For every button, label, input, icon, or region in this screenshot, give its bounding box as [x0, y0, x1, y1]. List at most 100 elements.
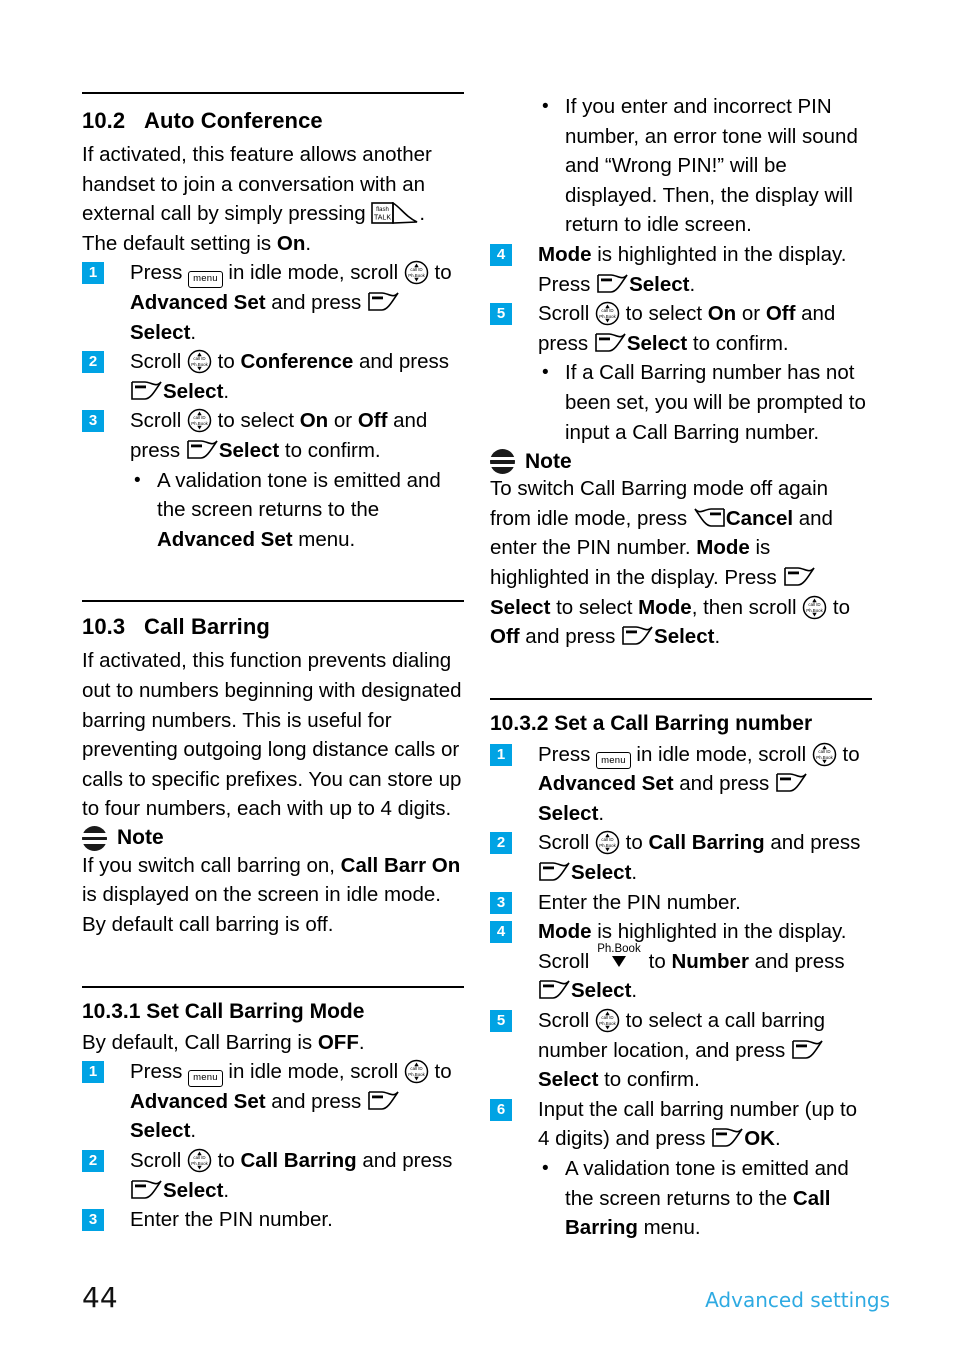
note-body-right: To switch Call Barring mode off again fr…: [490, 474, 872, 652]
step-item: 1 Press menu in idle mode, scroll call I…: [490, 740, 872, 829]
svg-text:call ID: call ID: [818, 749, 830, 754]
bullet-text-a: A validation tone is emitted and the scr…: [157, 468, 441, 522]
step-text: Scroll: [130, 409, 187, 433]
select-softkey-icon: [594, 332, 627, 355]
note-body-10-3: If you switch call barring on, Call Barr…: [82, 851, 464, 940]
intro-text-a: By default, Call Barring is: [82, 1030, 318, 1054]
step-text: Press: [130, 261, 189, 285]
section-heading-10-3-2: 10.3.2 Set a Call Barring number: [490, 711, 813, 735]
display-item-mode: Mode: [538, 920, 592, 944]
note-text-d: to select: [550, 595, 639, 619]
scroll-key-icon: call ID Ph.Book: [802, 595, 827, 620]
step-text: .: [223, 379, 230, 403]
svg-text:Ph.Book: Ph.Book: [599, 843, 616, 848]
talk-key-icon: flash TALK: [371, 201, 421, 225]
section-heading-10-2: 10.2 Auto Conference: [82, 108, 464, 134]
softkey-label-select: Select: [571, 861, 632, 885]
step-item: 1 Press menu in idle mode, scroll call I…: [82, 258, 464, 347]
step-text: .: [598, 801, 605, 825]
note-label: Note: [525, 449, 572, 473]
down-triangle-icon: [611, 955, 626, 967]
footer-section-label: Advanced settings: [705, 1288, 890, 1312]
svg-text:call ID: call ID: [193, 415, 205, 420]
step-text: to: [211, 1149, 241, 1173]
svg-text:Ph.Book: Ph.Book: [599, 1021, 616, 1026]
select-softkey-icon: [775, 772, 808, 795]
step-text: Enter the PIN number.: [130, 1208, 333, 1232]
select-softkey-icon: [621, 625, 654, 648]
step-text: and press: [673, 772, 775, 796]
svg-text:TALK: TALK: [374, 215, 391, 222]
option-off: Off: [490, 625, 520, 649]
note-text-h: .: [714, 625, 721, 649]
bullet-list-10-3-2: A validation tone is emitted and the scr…: [490, 1154, 872, 1243]
status-text-call-barr-on: Call Barr On: [340, 853, 461, 877]
note-text-a: If you switch call barring on,: [82, 853, 341, 877]
menu-key-icon: menu: [188, 270, 223, 288]
scroll-key-icon: call ID Ph.Book: [187, 408, 212, 433]
note-text-b: is displayed on the screen in idle mode.…: [82, 883, 441, 937]
svg-text:call ID: call ID: [410, 1066, 422, 1071]
svg-text:flash: flash: [377, 207, 390, 213]
option-off: Off: [765, 302, 796, 326]
note-text-e: , then scroll: [691, 595, 803, 619]
select-softkey-icon: [367, 291, 400, 314]
svg-text:call ID: call ID: [601, 1015, 613, 1020]
select-softkey-icon: [538, 861, 571, 884]
step-text: in idle mode, scroll: [222, 261, 404, 285]
option-on: On: [707, 302, 737, 326]
section-heading-10-3: 10.3 Call Barring: [82, 614, 464, 640]
step-text: Scroll: [538, 1009, 595, 1033]
page-number: 44: [82, 1281, 118, 1314]
menu-name-advanced-set: Advanced Set: [130, 1089, 266, 1113]
scroll-key-icon: call ID Ph.Book: [404, 1059, 429, 1084]
menu-name-conference: Conference: [240, 350, 354, 374]
scroll-key-icon: call ID Ph.Book: [595, 830, 620, 855]
select-softkey-icon: [367, 1090, 400, 1113]
section-rule: [82, 600, 464, 603]
bullet-text-b: menu.: [292, 527, 356, 551]
section-number: 10.3: [82, 614, 126, 640]
steps-10-2: 1 Press menu in idle mode, scroll call I…: [82, 258, 464, 465]
display-item-mode: Mode: [538, 242, 592, 266]
menu-name-call-barring: Call Barring: [648, 831, 765, 855]
step-item: 4 Mode is highlighted in the display. Sc…: [490, 917, 872, 1006]
phonebook-down-key-icon: Ph.Book: [595, 943, 643, 971]
note-heading: Note: [82, 825, 464, 851]
step-badge: 1: [490, 743, 512, 766]
menu-name-call-barring: Call Barring: [240, 1149, 357, 1173]
steps-continued-10-3-1: 4 Mode is highlighted in the display. Pr…: [490, 240, 872, 358]
step-text: and press: [265, 1089, 367, 1113]
section-rule: [82, 92, 464, 94]
step-text: Scroll: [538, 831, 595, 855]
section-rule: [490, 697, 872, 700]
section-title: Call Barring: [144, 614, 270, 640]
section-10-2-intro: If activated, this feature allows anothe…: [82, 140, 464, 258]
step-text: and press: [748, 949, 845, 973]
svg-text:Ph.Book: Ph.Book: [408, 273, 425, 278]
softkey-label-select: Select: [654, 625, 715, 649]
svg-text:call ID: call ID: [410, 267, 422, 272]
select-softkey-icon: [130, 380, 163, 403]
scroll-key-icon: call ID Ph.Book: [187, 1148, 212, 1173]
step-item: 2 Scroll call ID Ph.Book to Conference an…: [82, 347, 464, 406]
step-text: to: [211, 350, 241, 374]
manual-page: 10.2 Auto Conference If activated, this f…: [0, 0, 954, 1348]
scroll-key-icon: call ID Ph.Book: [812, 742, 837, 767]
step-text: to confirm.: [279, 438, 381, 462]
step-text: to: [619, 831, 649, 855]
softkey-label-select: Select: [538, 801, 599, 825]
softkey-label-select: Select: [571, 979, 632, 1003]
step-text: in idle mode, scroll: [222, 1060, 404, 1084]
step-text: to select: [211, 409, 300, 433]
softkey-label-select: Select: [218, 438, 280, 462]
step-text: to: [428, 261, 452, 285]
step-text: and press: [356, 1149, 453, 1173]
step-text: Scroll: [538, 302, 595, 326]
step-badge: 2: [490, 832, 512, 855]
step-item: 5 Scroll call ID Ph.Book to select a call…: [490, 1006, 872, 1095]
select-softkey-icon: [791, 1039, 824, 1062]
step-badge: 1: [82, 262, 104, 285]
note-text-f: to: [827, 595, 851, 619]
